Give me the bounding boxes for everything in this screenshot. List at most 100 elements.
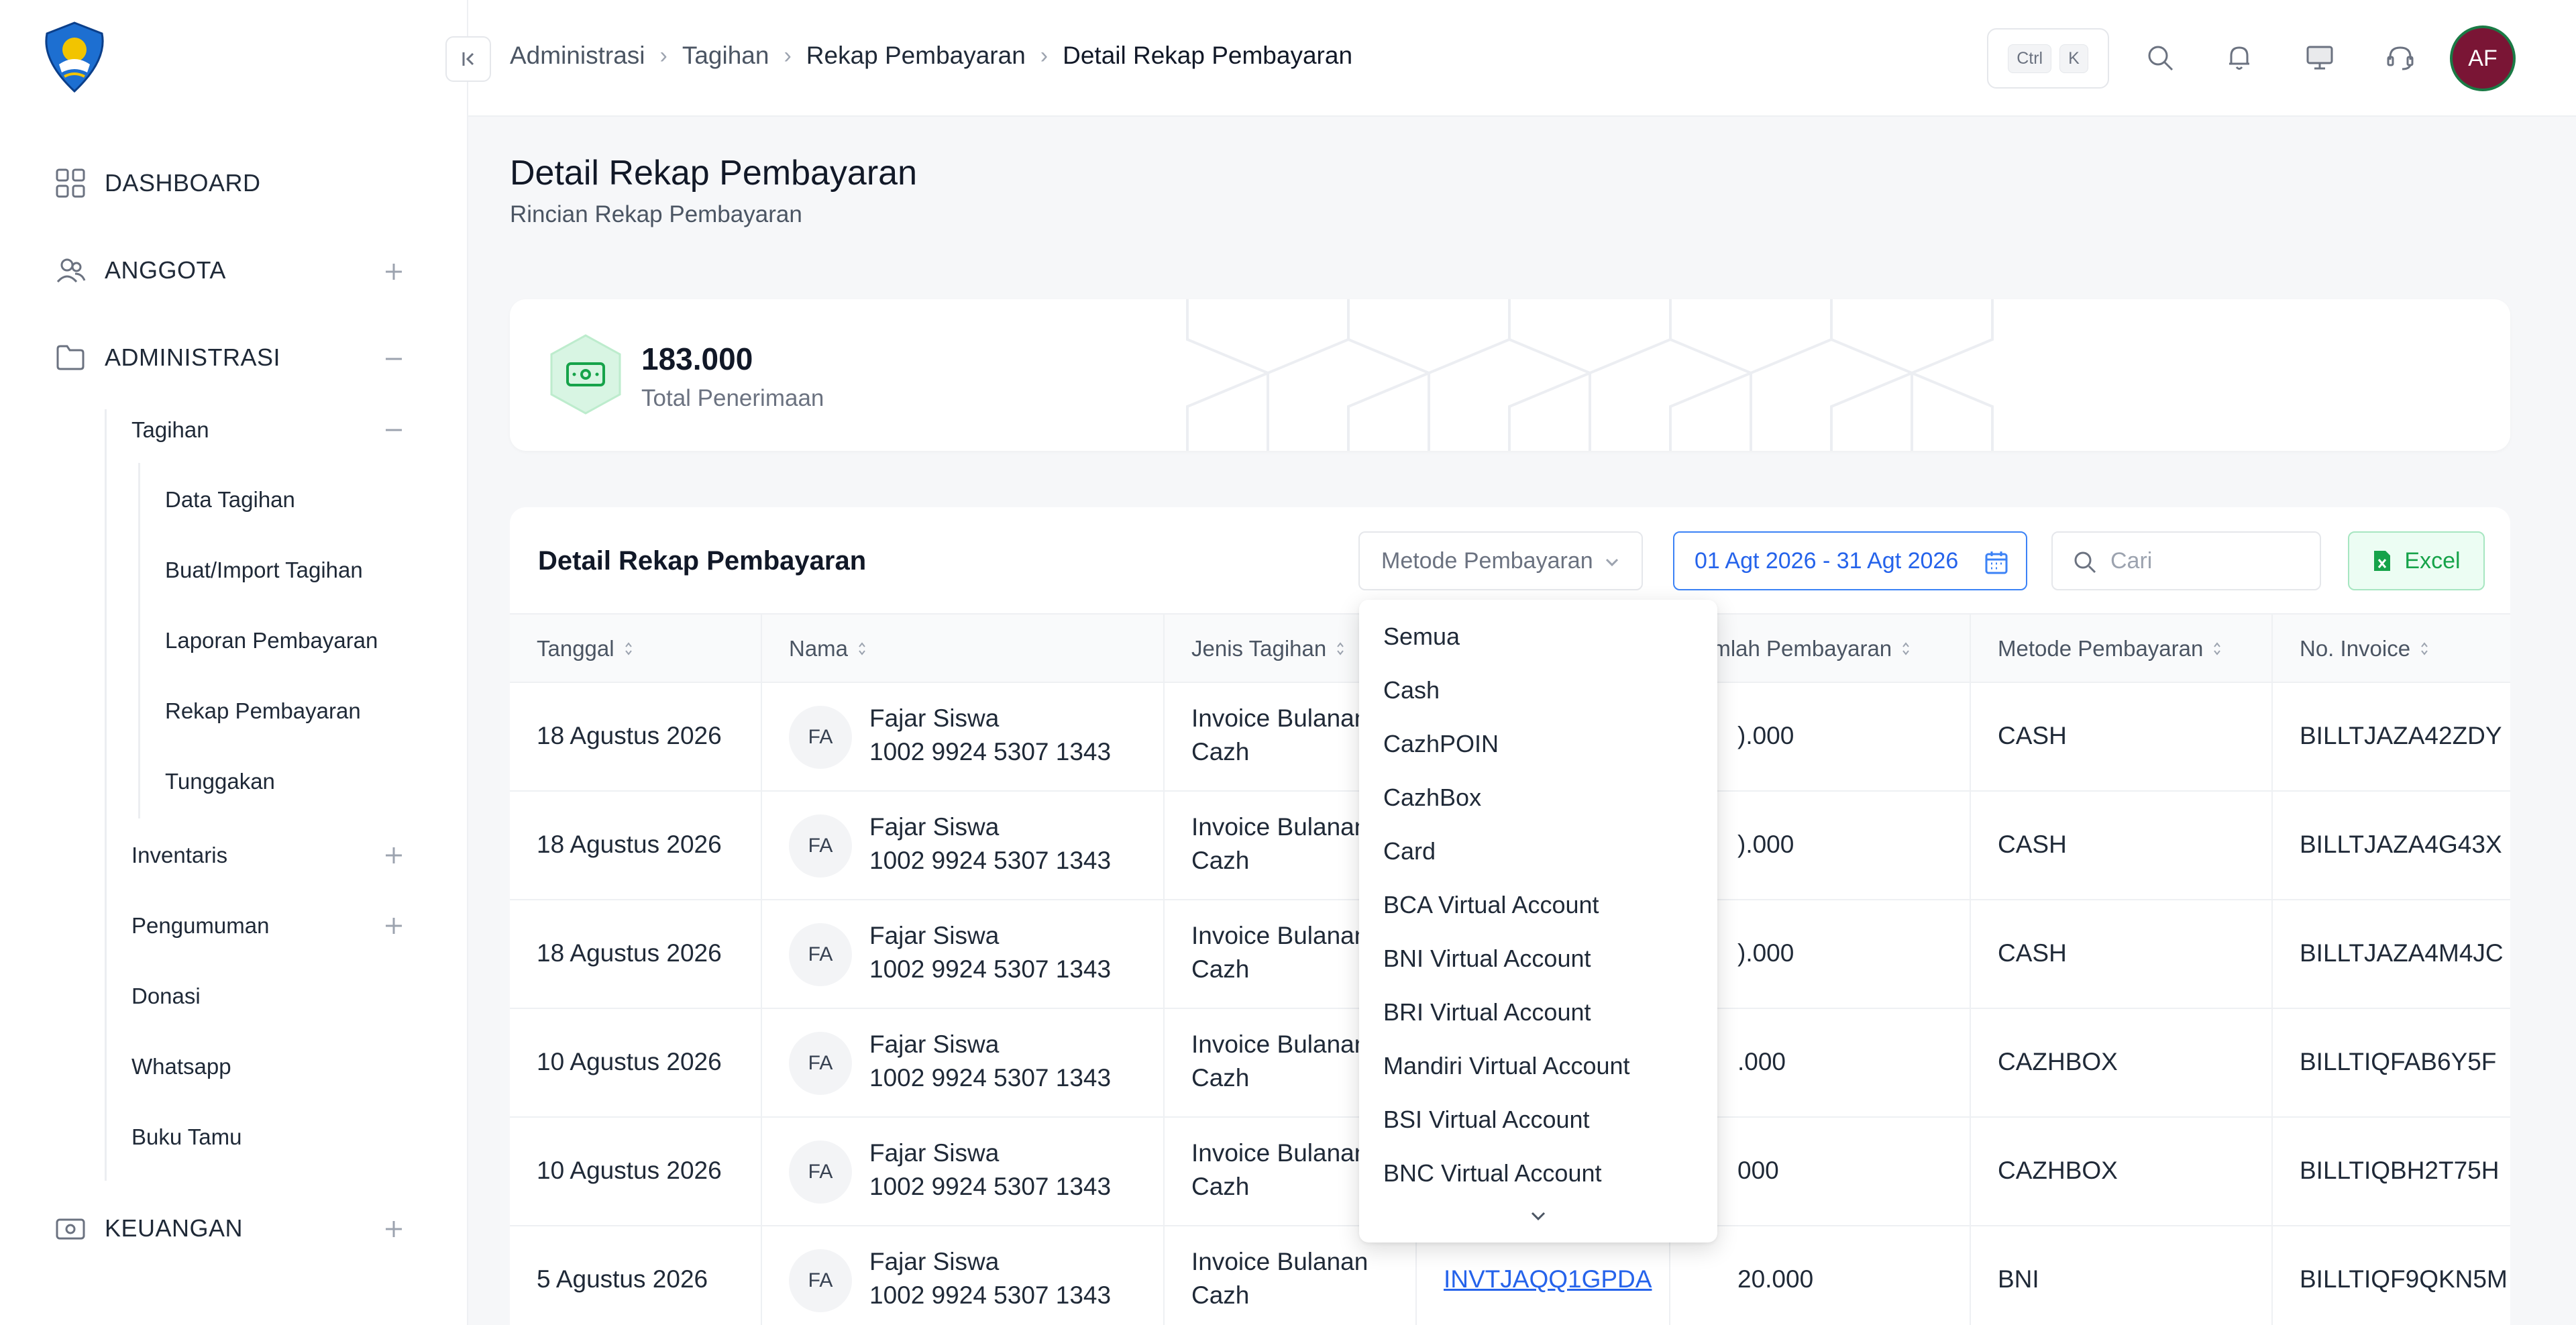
- users-icon: [54, 254, 87, 287]
- chevron-right-icon: ›: [659, 42, 667, 68]
- plus-icon[interactable]: [382, 914, 405, 937]
- nav-keuangan-label: KEUANGAN: [105, 1214, 244, 1242]
- option-bnc-va[interactable]: BNC Virtual Account: [1383, 1159, 1602, 1187]
- cell-amount: .000: [1737, 1048, 1786, 1075]
- sidebar-item-buat-import-tagihan[interactable]: Buat/Import Tagihan: [165, 558, 363, 583]
- tree-line: [105, 409, 107, 1181]
- cell-jenis-tagihan-sub: Cazh: [1191, 955, 1250, 983]
- sidebar-item-inventaris[interactable]: Inventaris: [131, 843, 227, 868]
- plus-icon[interactable]: [382, 260, 405, 283]
- sidebar-item-laporan-pembayaran[interactable]: Laporan Pembayaran: [165, 628, 378, 653]
- nav-anggota[interactable]: ANGGOTA: [54, 254, 226, 287]
- th-no-invoice-label: No. Invoice: [2300, 636, 2411, 661]
- sidebar-item-rekap-pembayaran[interactable]: Rekap Pembayaran: [165, 698, 361, 724]
- cell-name: Fajar Siswa: [869, 1248, 1000, 1275]
- nav-anggota-label: ANGGOTA: [105, 256, 226, 284]
- cell-method: CASH: [1998, 939, 2067, 967]
- th-tanggal[interactable]: Tanggal: [537, 636, 633, 661]
- sidebar-item-tagihan[interactable]: Tagihan: [131, 417, 209, 443]
- th-metode-pembayaran[interactable]: Metode Pembayaran: [1998, 636, 2222, 661]
- sort-icon: [2421, 642, 2428, 655]
- cell-member-number: 1002 9924 5307 1343: [869, 1281, 1112, 1309]
- breadcrumb-administrasi[interactable]: Administrasi: [510, 42, 645, 70]
- th-nama-label: Nama: [789, 636, 849, 661]
- th-no-invoice[interactable]: No. Invoice: [2300, 636, 2429, 661]
- nav-dashboard[interactable]: DASHBOARD: [54, 166, 261, 200]
- cash-icon: [54, 1212, 87, 1245]
- search-input[interactable]: Cari: [2051, 531, 2321, 590]
- payment-method-dropdown: Semua Cash CazhPOIN CazhBox Card BCA Vir…: [1359, 600, 1717, 1242]
- user-avatar[interactable]: AF: [2453, 28, 2513, 89]
- nav-keuangan[interactable]: KEUANGAN: [54, 1212, 243, 1245]
- support-icon[interactable]: [2380, 38, 2420, 78]
- bell-icon[interactable]: [2219, 38, 2259, 78]
- cell-date: 10 Agustus 2026: [537, 1048, 722, 1075]
- nav-administrasi[interactable]: ADMINISTRASI: [54, 341, 280, 374]
- tut-wuri-handayani-logo[interactable]: [38, 20, 111, 94]
- kbd-k: K: [2059, 44, 2088, 73]
- invoice-link[interactable]: INVTJAQQ1GPDA: [1444, 1265, 1652, 1293]
- cell-invoice: BILLTJAZA4G43X: [2300, 831, 2502, 858]
- option-bca-va[interactable]: BCA Virtual Account: [1383, 891, 1599, 919]
- collapse-sidebar-button[interactable]: [445, 36, 491, 82]
- payment-method-placeholder: Metode Pembayaran: [1381, 547, 1593, 574]
- th-nama[interactable]: Nama: [789, 636, 867, 661]
- option-semua[interactable]: Semua: [1383, 623, 1460, 651]
- th-jenis-tagihan[interactable]: Jenis Tagihan: [1191, 636, 1345, 661]
- option-cazhpoin[interactable]: CazhPOIN: [1383, 730, 1499, 758]
- minus-icon[interactable]: [382, 419, 405, 441]
- cell-jenis-tagihan: Invoice Bulanan: [1191, 1248, 1368, 1275]
- breadcrumb-rekap-pembayaran[interactable]: Rekap Pembayaran: [806, 42, 1026, 70]
- cell-invoice: BILLTIQFAB6Y5F: [2300, 1048, 2497, 1075]
- option-bsi-va[interactable]: BSI Virtual Account: [1383, 1106, 1590, 1134]
- chevron-down-icon[interactable]: [1527, 1205, 1550, 1228]
- th-jumlah-pembayaran[interactable]: umlah Pembayaran: [1700, 636, 1911, 661]
- sidebar-item-donasi[interactable]: Donasi: [131, 984, 201, 1009]
- cell-jenis-tagihan: Invoice Bulanan: [1191, 922, 1368, 949]
- grid-icon: [54, 166, 87, 200]
- plus-icon[interactable]: [382, 1218, 405, 1240]
- search-icon[interactable]: [2140, 38, 2180, 78]
- sort-icon: [1337, 642, 1344, 655]
- sidebar-item-buku-tamu[interactable]: Buku Tamu: [131, 1124, 241, 1150]
- breadcrumb-current: Detail Rekap Pembayaran: [1063, 42, 1353, 69]
- cell-method: BNI: [1998, 1265, 2039, 1293]
- sidebar-item-data-tagihan[interactable]: Data Tagihan: [165, 487, 295, 513]
- date-range-picker[interactable]: 01 Agt 2026 - 31 Agt 2026: [1673, 531, 2027, 590]
- option-mandiri-va[interactable]: Mandiri Virtual Account: [1383, 1052, 1630, 1080]
- cell-name: Fajar Siswa: [869, 922, 1000, 949]
- cell-method: CASH: [1998, 722, 2067, 749]
- option-card[interactable]: Card: [1383, 837, 1436, 865]
- cell-jenis-tagihan-sub: Cazh: [1191, 1281, 1250, 1309]
- sort-icon: [1902, 642, 1909, 655]
- sidebar-item-pengumuman[interactable]: Pengumuman: [131, 913, 269, 939]
- plus-icon[interactable]: [382, 844, 405, 867]
- chevron-right-icon: ›: [1040, 42, 1049, 68]
- monitor-icon[interactable]: [2300, 38, 2340, 78]
- table-title: Detail Rekap Pembayaran: [538, 546, 867, 576]
- breadcrumb-tagihan[interactable]: Tagihan: [682, 42, 769, 70]
- option-bni-va[interactable]: BNI Virtual Account: [1383, 945, 1591, 973]
- cell-invoice: BILLTIQF9QKN5M: [2300, 1265, 2508, 1293]
- chevron-right-icon: ›: [784, 42, 792, 68]
- cell-invoice: BILLTJAZA42ZDY: [2300, 722, 2502, 749]
- command-palette-shortcut[interactable]: Ctrl K: [1987, 28, 2109, 89]
- member-avatar: FA: [789, 1141, 852, 1204]
- cell-date: 18 Agustus 2026: [537, 939, 722, 967]
- search-placeholder: Cari: [2110, 547, 2153, 574]
- cell-member-number: 1002 9924 5307 1343: [869, 1064, 1112, 1092]
- export-excel-button[interactable]: Excel: [2348, 531, 2485, 590]
- nav-dashboard-label: DASHBOARD: [105, 169, 261, 197]
- sidebar-item-tunggakan[interactable]: Tunggakan: [165, 769, 275, 794]
- hexagon-pattern: [1186, 299, 1994, 451]
- sidebar-item-whatsapp[interactable]: Whatsapp: [131, 1054, 231, 1079]
- tree-line: [138, 463, 140, 818]
- total-summary-card: 183.000 Total Penerimaan: [510, 299, 2510, 451]
- option-cash[interactable]: Cash: [1383, 676, 1440, 704]
- minus-icon[interactable]: [382, 348, 405, 370]
- option-cazhbox[interactable]: CazhBox: [1383, 784, 1481, 812]
- total-label: Total Penerimaan: [641, 385, 824, 411]
- payment-method-select[interactable]: Metode Pembayaran: [1358, 531, 1643, 590]
- member-avatar: FA: [789, 1032, 852, 1095]
- option-bri-va[interactable]: BRI Virtual Account: [1383, 998, 1591, 1026]
